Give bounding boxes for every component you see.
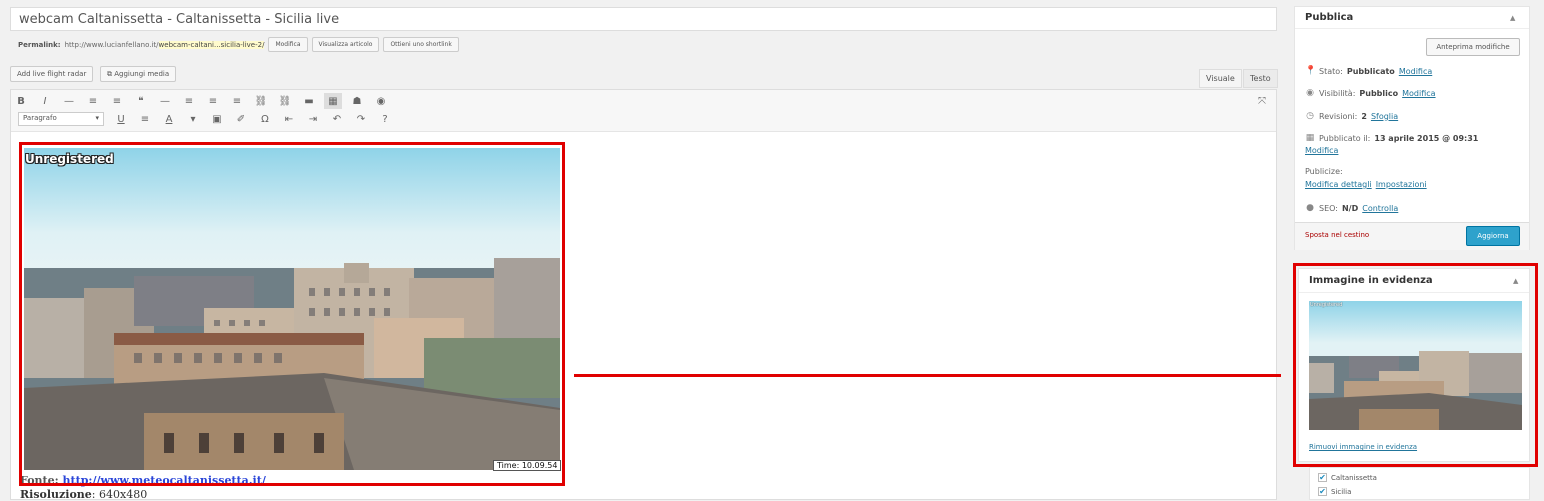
chevron-down-icon: ▾ [95,114,99,122]
publicize-row: Publicize: [1305,167,1343,176]
calendar-icon: ▦ [1305,133,1315,143]
highlight-connector-line [574,374,1281,377]
collapse-arrow-icon[interactable]: ▲ [1510,14,1515,22]
checkbox-checked-icon[interactable]: ✔ [1318,487,1327,496]
text-color-dropdown-icon[interactable]: ▾ [184,111,202,127]
strikethrough-icon[interactable]: — [60,93,78,109]
visibility-row: ◉ Visibilità: Pubblico Modifica [1306,88,1436,98]
publish-divider [1295,28,1529,29]
bold-icon[interactable]: B [12,93,30,109]
clear-formatting-icon[interactable]: ✐ [232,111,250,127]
highlight-box-image [19,142,565,486]
visibility-edit-link[interactable]: Modifica [1402,89,1435,98]
seo-dot-icon: ● [1306,203,1314,213]
history-icon: ◷ [1306,111,1314,121]
align-center-icon[interactable]: ≡ [204,93,222,109]
seo-check-link[interactable]: Controlla [1362,204,1398,213]
underline-icon[interactable]: U [112,111,130,127]
date-edit-row: Modifica [1305,146,1338,155]
indent-icon[interactable]: ⇥ [304,111,322,127]
unlink-icon[interactable]: ⛓ [276,93,294,109]
publicize-settings-link[interactable]: Impostazioni [1376,180,1427,189]
status-row: 📍 Stato: Pubblicato Modifica [1305,66,1433,76]
add-media-button[interactable]: ⧉ Aggiungi media [100,66,177,82]
seo-row: ● SEO: N/D Controlla [1306,203,1399,213]
category-item-caltanissetta[interactable]: ✔ Caltanissetta [1318,473,1377,482]
preview-changes-button[interactable]: Anteprima modifiche [1426,38,1520,56]
special-char-icon[interactable]: Ω [256,111,274,127]
align-right-icon[interactable]: ≡ [228,93,246,109]
tab-visual[interactable]: Visuale [1199,69,1242,88]
italic-icon[interactable]: I [36,93,54,109]
horizontal-line-icon[interactable]: — [156,93,174,109]
date-edit-link[interactable]: Modifica [1305,146,1338,155]
paste-text-icon[interactable]: ▣ [208,111,226,127]
toolbar-toggle-icon[interactable]: ▦ [324,93,342,109]
update-button[interactable]: Aggiorna [1466,226,1520,246]
fullscreen-icon[interactable]: ⤧ [1253,93,1271,109]
blockquote-icon[interactable]: ❝ [132,93,150,109]
justify-icon[interactable]: ≡ [136,111,154,127]
publicize-links-row: Modifica dettagli Impostazioni [1305,180,1427,189]
help-icon[interactable]: ? [376,111,394,127]
revisions-browse-link[interactable]: Sfoglia [1371,112,1398,121]
toolbar-row-1: B I — ≡ ≡ ❝ — ≡ ≡ ≡ ⛓ ⛓ ▬ ▦ ☗ ◉ [12,93,390,109]
checkbox-checked-icon[interactable]: ✔ [1318,473,1327,482]
get-shortlink-button[interactable]: Ottieni uno shortlink [383,37,459,52]
risoluzione-line: Risoluzione: 640x480 [20,488,147,501]
permalink-label: Permalink: [18,40,61,49]
highlight-box-featured [1293,263,1538,467]
permalink-slug[interactable]: webcam-caltani...sicilia-live-2/ [158,40,265,49]
redo-icon[interactable]: ↷ [352,111,370,127]
align-left-icon[interactable]: ≡ [180,93,198,109]
post-title-input[interactable]: webcam Caltanissetta - Caltanissetta - S… [10,7,1277,31]
undo-icon[interactable]: ↶ [328,111,346,127]
plugin-icon[interactable]: ◉ [372,93,390,109]
bullet-list-icon[interactable]: ≡ [84,93,102,109]
toolbar-row-2: U ≡ A ▾ ▣ ✐ Ω ⇤ ⇥ ↶ ↷ ? [112,111,394,127]
add-flight-radar-button[interactable]: Add live flight radar [10,66,94,82]
insert-link-icon[interactable]: ⛓ [252,93,270,109]
category-item-sicilia[interactable]: ✔ Sicilia [1318,487,1351,496]
trash-link[interactable]: Sposta nel cestino [1305,231,1369,239]
publicize-edit-link[interactable]: Modifica dettagli [1305,180,1372,189]
revisions-row: ◷ Revisioni: 2 Sfoglia [1306,111,1399,121]
published-date-row: ▦ Pubblicato il: 13 aprile 2015 @ 09:31 [1305,133,1479,143]
status-edit-link[interactable]: Modifica [1399,67,1432,76]
risoluzione-value: : 640x480 [91,488,148,501]
permalink-base[interactable]: http://www.lucianfellano.it/webcam-calta… [65,40,265,49]
read-more-icon[interactable]: ▬ [300,93,318,109]
outdent-icon[interactable]: ⇤ [280,111,298,127]
permalink-edit-button[interactable]: Modifica [268,37,308,52]
publish-panel-title: Pubblica [1305,12,1354,23]
tab-text[interactable]: Testo [1243,69,1278,88]
user-icon[interactable]: ☗ [348,93,366,109]
numbered-list-icon[interactable]: ≡ [108,93,126,109]
view-post-button[interactable]: Visualizza articolo [311,37,380,52]
pin-icon: 📍 [1305,66,1317,76]
eye-icon: ◉ [1306,88,1314,98]
permalink-row: Permalink: http://www.lucianfellano.it/w… [18,37,459,52]
risoluzione-label: Risoluzione [20,488,92,501]
format-select[interactable]: Paragrafo ▾ [18,112,104,126]
text-color-icon[interactable]: A [160,111,178,127]
